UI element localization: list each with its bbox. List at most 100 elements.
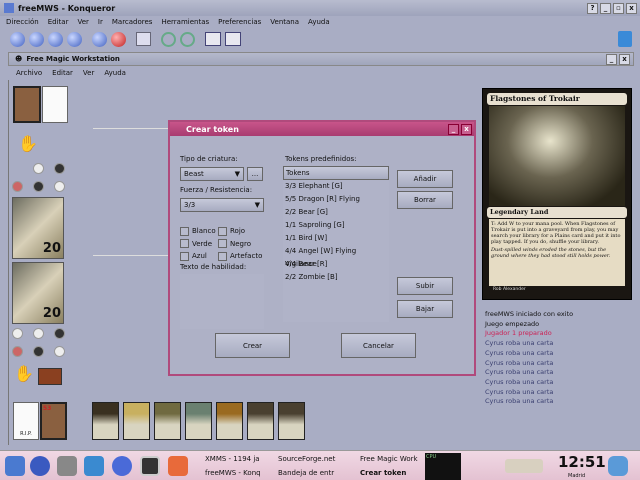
mana-red-icon[interactable]: [12, 346, 23, 357]
menu-archivo[interactable]: Archivo: [16, 69, 42, 77]
menu-ayuda-inner[interactable]: Ayuda: [104, 69, 126, 77]
hand-card[interactable]: [247, 402, 274, 440]
browser-icon[interactable]: [30, 456, 50, 476]
create-button[interactable]: Crear: [215, 333, 290, 358]
home-icon[interactable]: [67, 31, 82, 47]
up-icon[interactable]: [48, 31, 63, 47]
settings-icon[interactable]: [57, 456, 77, 476]
kde-logo-icon: [618, 31, 632, 47]
zoom-in-icon[interactable]: [161, 31, 176, 47]
down-button[interactable]: Bajar: [397, 300, 453, 318]
list-item[interactable]: 1/1 Bird [W]: [283, 232, 389, 245]
tools-icon[interactable]: [84, 456, 104, 476]
ability-textarea[interactable]: [180, 274, 264, 329]
menu-ver[interactable]: Ver: [77, 18, 88, 26]
task-free-magic[interactable]: Free Magic Work: [360, 455, 422, 463]
task-bandeja[interactable]: Bandeja de entr: [278, 469, 340, 477]
help-button[interactable]: ?: [587, 2, 598, 14]
hand-icon[interactable]: ✋: [14, 364, 34, 383]
trash-icon[interactable]: [608, 456, 628, 476]
checkbox-artefacto[interactable]: Artefacto: [218, 251, 262, 261]
view-icon[interactable]: [205, 32, 221, 46]
checkbox-rojo[interactable]: Rojo: [218, 226, 245, 236]
ellipsis-button[interactable]: ...: [247, 167, 263, 181]
hand-card[interactable]: [185, 402, 212, 440]
add-button[interactable]: Añadir: [397, 170, 453, 188]
mms-icon[interactable]: [112, 456, 132, 476]
mana-black-icon[interactable]: [54, 163, 65, 174]
terminal-icon[interactable]: [140, 456, 160, 476]
list-item[interactable]: 3/3 Elephant [G]: [283, 180, 389, 193]
menu-ir[interactable]: Ir: [98, 18, 103, 26]
zoom-out-icon[interactable]: [180, 31, 195, 47]
mana-colorless-icon[interactable]: [54, 181, 65, 192]
menu-editar[interactable]: Editar: [48, 18, 69, 26]
delete-button[interactable]: Borrar: [397, 191, 453, 209]
mana-green-icon[interactable]: [33, 346, 44, 357]
hand-card[interactable]: [154, 402, 181, 440]
task-xmms[interactable]: XMMS - 1194 ja: [205, 455, 273, 463]
inner-close-button[interactable]: x: [619, 53, 630, 65]
minimize-button[interactable]: _: [600, 2, 611, 14]
dialog-close-button[interactable]: x: [461, 123, 472, 135]
menu-ayuda[interactable]: Ayuda: [308, 18, 330, 26]
mana-black-icon[interactable]: [54, 328, 65, 339]
checkbox-negro[interactable]: Negro: [218, 239, 251, 248]
list-item[interactable]: 4/4 Angel [W] Flying Vigilance: [283, 245, 389, 268]
list-item[interactable]: 1/1 Saproling [G]: [283, 219, 389, 232]
home-folder-icon[interactable]: [168, 456, 188, 476]
token-list[interactable]: Tokens 3/3 Elephant [G] 5/5 Dragon [R] F…: [283, 166, 389, 322]
task-sourceforge[interactable]: SourceForge.net: [278, 455, 340, 463]
clock[interactable]: 12:51: [558, 453, 606, 471]
kde-menu-icon[interactable]: [5, 456, 25, 476]
menu-editar-inner[interactable]: Editar: [52, 69, 73, 77]
hand-card[interactable]: [123, 402, 150, 440]
pt-select[interactable]: 3/3 ▼: [180, 198, 264, 212]
print-icon[interactable]: [136, 32, 151, 46]
opponent-graveyard[interactable]: [42, 86, 68, 123]
checkbox-azul[interactable]: Azul: [180, 250, 218, 263]
hand-card[interactable]: [92, 402, 119, 440]
token-list-header[interactable]: Tokens: [283, 166, 389, 180]
close-button[interactable]: x: [626, 2, 637, 14]
stop-icon[interactable]: [111, 31, 126, 47]
player-graveyard[interactable]: R.I.P.: [13, 402, 39, 440]
hand-icon[interactable]: ✋: [18, 134, 38, 153]
systray-icons[interactable]: [505, 459, 543, 473]
opponent-library[interactable]: [13, 86, 41, 123]
reload-icon[interactable]: [92, 31, 107, 47]
mana-colorless-icon[interactable]: [54, 346, 65, 357]
checkbox-blanco[interactable]: Blanco: [180, 225, 218, 238]
list-item[interactable]: 5/5 Dragon [R] Flying: [283, 193, 389, 206]
mana-green-icon[interactable]: [33, 181, 44, 192]
list-item[interactable]: 4/4 Bear [R]: [283, 258, 389, 271]
view-mode-icon[interactable]: [225, 32, 241, 46]
list-item[interactable]: 2/2 Zombie [B]: [283, 271, 389, 284]
inner-minimize-button[interactable]: _: [606, 53, 617, 65]
forward-icon[interactable]: [29, 31, 44, 47]
menu-herramientas[interactable]: Herramientas: [161, 18, 209, 26]
hand-card[interactable]: [278, 402, 305, 440]
hand-card[interactable]: [216, 402, 243, 440]
up-button[interactable]: Subir: [397, 277, 453, 295]
menu-marcadores[interactable]: Marcadores: [112, 18, 153, 26]
cancel-button[interactable]: Cancelar: [341, 333, 416, 358]
menu-preferencias[interactable]: Preferencias: [218, 18, 261, 26]
menu-direccion[interactable]: Dirección: [6, 18, 39, 26]
player-library[interactable]: 53: [40, 402, 67, 440]
task-freemws[interactable]: freeMWS - Konq: [205, 469, 273, 477]
list-item[interactable]: 2/2 Bear [G]: [283, 206, 389, 219]
dialog-minimize-button[interactable]: _: [448, 123, 459, 135]
back-icon[interactable]: [10, 31, 25, 47]
checkbox-verde[interactable]: Verde: [180, 238, 218, 251]
mana-white-icon[interactable]: [33, 328, 44, 339]
menu-ventana[interactable]: Ventana: [270, 18, 299, 26]
maximize-button[interactable]: ▫: [613, 2, 624, 14]
counter-card[interactable]: [38, 368, 62, 385]
menu-ver-inner[interactable]: Ver: [83, 69, 94, 77]
task-crear-token[interactable]: Crear token: [360, 469, 422, 477]
mana-white-icon[interactable]: [33, 163, 44, 174]
mana-blue-icon[interactable]: [12, 328, 23, 339]
creature-type-select[interactable]: Beast ▼: [180, 167, 244, 181]
mana-red-icon[interactable]: [12, 181, 23, 192]
